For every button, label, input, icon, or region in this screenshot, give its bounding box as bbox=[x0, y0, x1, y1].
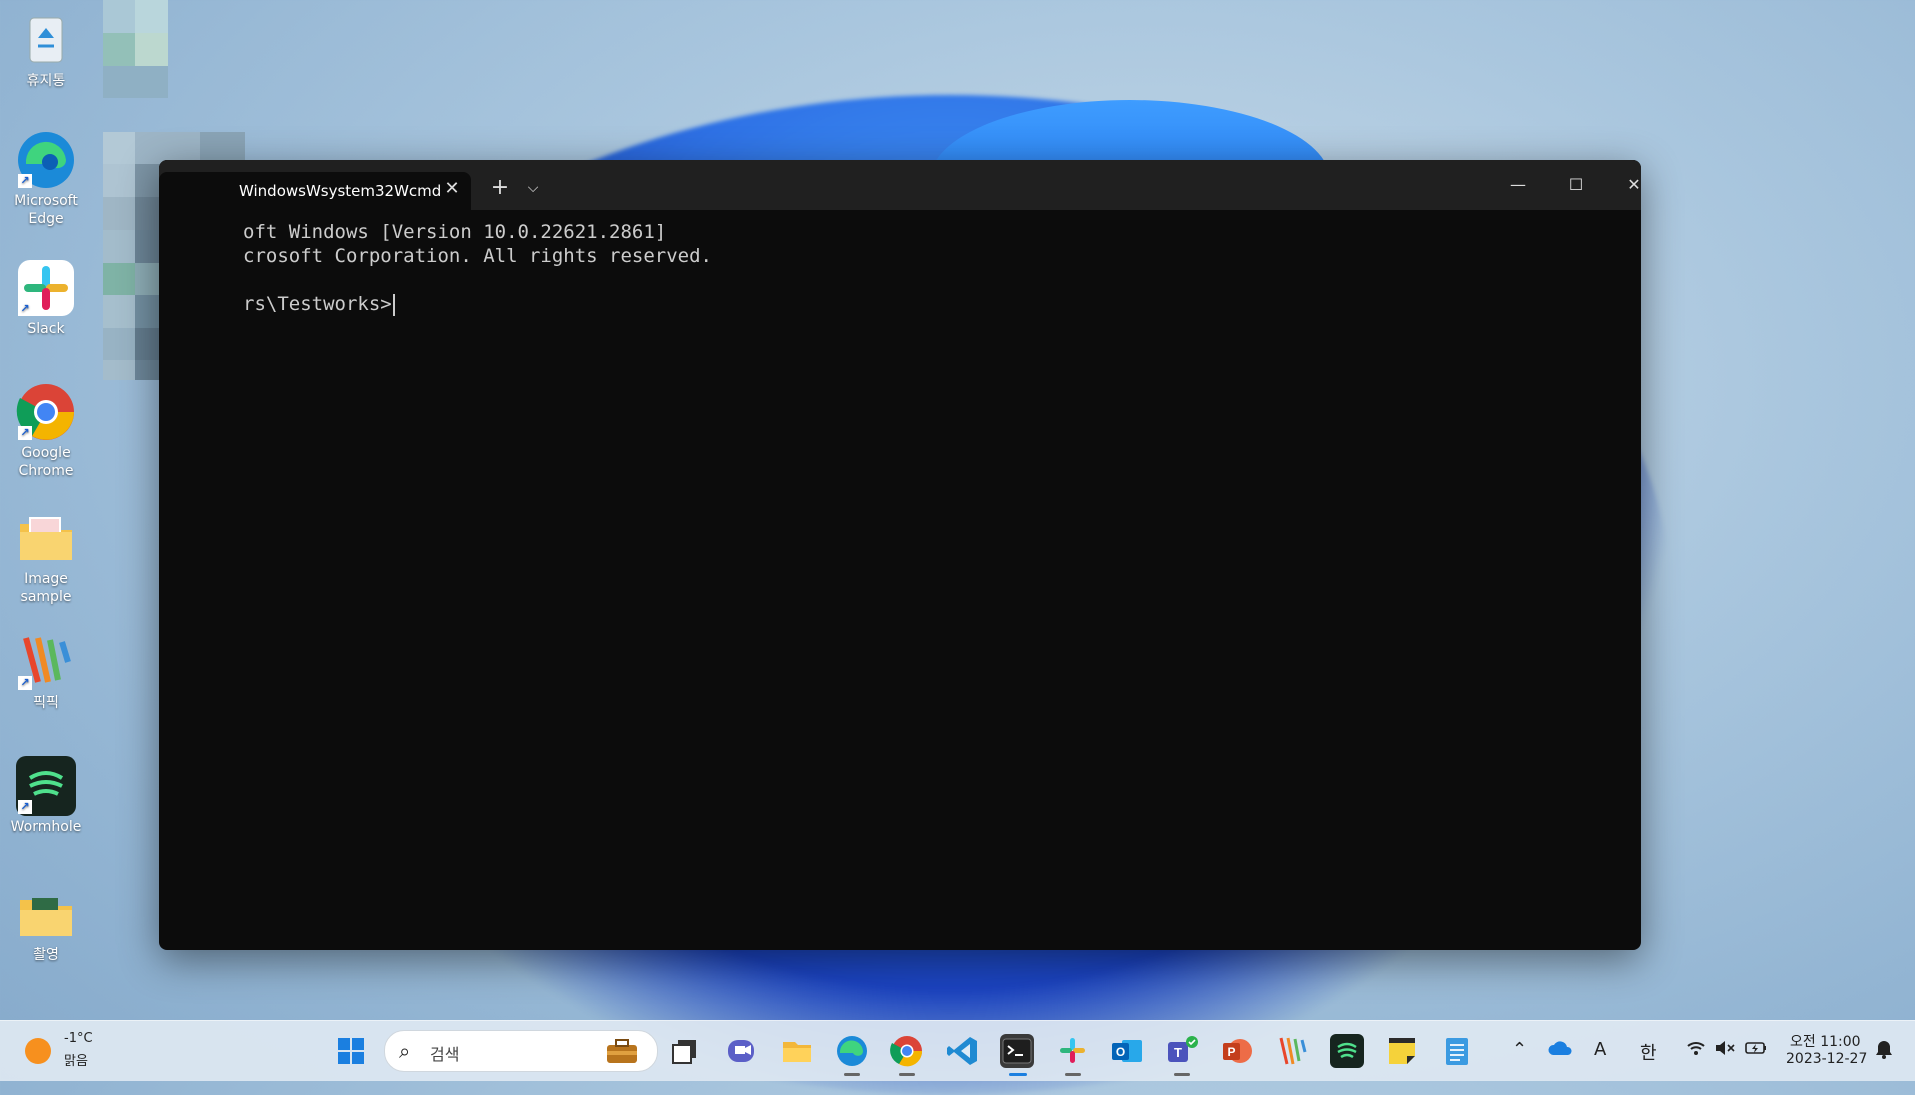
desktop-icon-label: Slack bbox=[27, 321, 65, 337]
svg-text:T: T bbox=[1174, 1045, 1182, 1060]
chrome-icon[interactable] bbox=[890, 1034, 924, 1068]
desktop-icon-edge[interactable]: ↗ Microsoft Edge bbox=[6, 130, 86, 228]
close-tab-icon[interactable]: ✕ bbox=[441, 178, 463, 200]
minimize-button[interactable]: — bbox=[1495, 168, 1541, 202]
edge-icon: ↗ bbox=[16, 130, 76, 190]
desktop-icon-label: Image sample bbox=[20, 571, 72, 605]
weather-temp[interactable]: -1°C bbox=[64, 1031, 93, 1046]
recycle-bin-icon bbox=[16, 10, 76, 70]
running-indicator bbox=[1065, 1073, 1081, 1076]
running-indicator bbox=[1174, 1073, 1190, 1076]
running-indicator bbox=[844, 1073, 860, 1076]
running-indicator bbox=[899, 1073, 915, 1076]
volume-muted-icon[interactable] bbox=[1714, 1039, 1736, 1062]
terminal-tab[interactable]: WindowsWsystem32Wcmd ✕ bbox=[159, 172, 471, 210]
desktop-icon-recycle-bin[interactable]: 휴지통 bbox=[6, 10, 86, 90]
terminal-tab-title: WindowsWsystem32Wcmd bbox=[239, 182, 442, 200]
maximize-button[interactable]: ☐ bbox=[1553, 168, 1599, 202]
file-explorer-icon[interactable] bbox=[780, 1034, 814, 1068]
text-cursor bbox=[392, 293, 395, 316]
desktop-icon-label: Microsoft Edge bbox=[14, 193, 78, 227]
desktop-icon-chrome[interactable]: ↗ Google Chrome bbox=[6, 382, 86, 480]
powerpoint-icon[interactable]: P bbox=[1220, 1034, 1254, 1068]
terminal-output[interactable]: oft Windows [Version 10.0.22621.2861] cr… bbox=[159, 210, 1641, 950]
desktop-icon-photo-folder[interactable]: 촬영 bbox=[6, 884, 86, 964]
folder-icon bbox=[16, 508, 76, 568]
terminal-icon[interactable] bbox=[1000, 1034, 1034, 1068]
picpick-icon[interactable] bbox=[1275, 1034, 1309, 1068]
taskbar: -1°C 맑음 ⌕ 검색 O T P ⌃ A 한 오전 11:00 2023-1… bbox=[0, 1020, 1915, 1081]
terminal-window[interactable]: WindowsWsystem32Wcmd ✕ + ⌵ — ☐ ✕ oft Win… bbox=[159, 160, 1641, 950]
desktop-icon-label: 픽픽 bbox=[33, 695, 59, 711]
search-label: 검색 bbox=[430, 1045, 460, 1064]
desktop-icon-label: Google Chrome bbox=[18, 445, 74, 479]
svg-text:O: O bbox=[1116, 1045, 1125, 1059]
notepad-icon[interactable] bbox=[1440, 1034, 1474, 1068]
close-window-button[interactable]: ✕ bbox=[1611, 168, 1641, 202]
wormhole-icon: ↗ bbox=[16, 756, 76, 816]
picpick-icon: ↗ bbox=[16, 632, 76, 692]
clock-time[interactable]: 오전 11:00 bbox=[1790, 1031, 1861, 1051]
ime-language-icon[interactable]: 한 bbox=[1640, 1039, 1657, 1065]
terminal-titlebar[interactable]: WindowsWsystem32Wcmd ✕ + ⌵ — ☐ ✕ bbox=[159, 160, 1641, 210]
desktop-icon-image-sample[interactable]: Image sample bbox=[6, 508, 86, 606]
ime-mode-icon[interactable]: A bbox=[1594, 1039, 1606, 1060]
desktop-icon-picpick[interactable]: ↗ 픽픽 bbox=[6, 632, 86, 712]
slack-icon: ↗ bbox=[16, 258, 76, 318]
prompt-text: rs\Testworks> bbox=[243, 293, 392, 315]
shortcut-arrow-icon: ↗ bbox=[18, 676, 32, 690]
weather-sun-icon[interactable] bbox=[25, 1038, 51, 1064]
outlook-icon[interactable]: O bbox=[1110, 1034, 1144, 1068]
weather-desc[interactable]: 맑음 bbox=[64, 1050, 88, 1069]
shortcut-arrow-icon: ↗ bbox=[18, 800, 32, 814]
search-icon: ⌕ bbox=[399, 1039, 411, 1063]
briefcase-icon bbox=[607, 1039, 637, 1063]
new-tab-button[interactable]: + bbox=[486, 174, 514, 202]
edge-icon[interactable] bbox=[835, 1034, 869, 1068]
terminal-prompt[interactable]: rs\Testworks> bbox=[243, 292, 395, 316]
svg-text:P: P bbox=[1227, 1045, 1235, 1059]
desktop-icon-label: 촬영 bbox=[33, 947, 59, 963]
terminal-line: crosoft Corporation. All rights reserved… bbox=[243, 245, 712, 267]
vscode-icon[interactable] bbox=[946, 1034, 980, 1068]
start-button[interactable] bbox=[334, 1034, 368, 1068]
wormhole-icon[interactable] bbox=[1330, 1034, 1364, 1068]
clock-date[interactable]: 2023-12-27 bbox=[1786, 1051, 1867, 1067]
onedrive-cloud-icon[interactable] bbox=[1548, 1039, 1574, 1062]
active-indicator bbox=[1009, 1073, 1027, 1076]
slack-icon[interactable] bbox=[1056, 1034, 1090, 1068]
chevron-down-icon[interactable]: ⌵ bbox=[521, 176, 545, 200]
battery-charging-icon[interactable] bbox=[1744, 1039, 1768, 1062]
teams-icon[interactable]: T bbox=[1165, 1034, 1199, 1068]
shortcut-arrow-icon: ↗ bbox=[18, 302, 32, 316]
desktop-icon-label: Wormhole bbox=[10, 819, 82, 835]
sticky-notes-icon[interactable] bbox=[1385, 1034, 1419, 1068]
taskbar-search-box[interactable]: ⌕ 검색 bbox=[384, 1030, 658, 1072]
terminal-line: oft Windows [Version 10.0.22621.2861] bbox=[243, 221, 667, 243]
notification-bell-icon[interactable] bbox=[1875, 1039, 1893, 1064]
task-view-icon[interactable] bbox=[668, 1034, 702, 1068]
teams-chat-icon[interactable] bbox=[724, 1034, 758, 1068]
chevron-up-icon[interactable]: ⌃ bbox=[1512, 1039, 1527, 1060]
desktop-icon-slack[interactable]: ↗ Slack bbox=[6, 258, 86, 338]
shortcut-arrow-icon: ↗ bbox=[18, 174, 32, 188]
wifi-icon[interactable] bbox=[1686, 1039, 1706, 1062]
folder-icon bbox=[16, 884, 76, 944]
desktop-icon-wormhole[interactable]: ↗ Wormhole bbox=[6, 756, 86, 836]
desktop-icon-label: 휴지통 bbox=[26, 73, 66, 89]
chrome-icon: ↗ bbox=[16, 382, 76, 442]
shortcut-arrow-icon: ↗ bbox=[18, 426, 32, 440]
